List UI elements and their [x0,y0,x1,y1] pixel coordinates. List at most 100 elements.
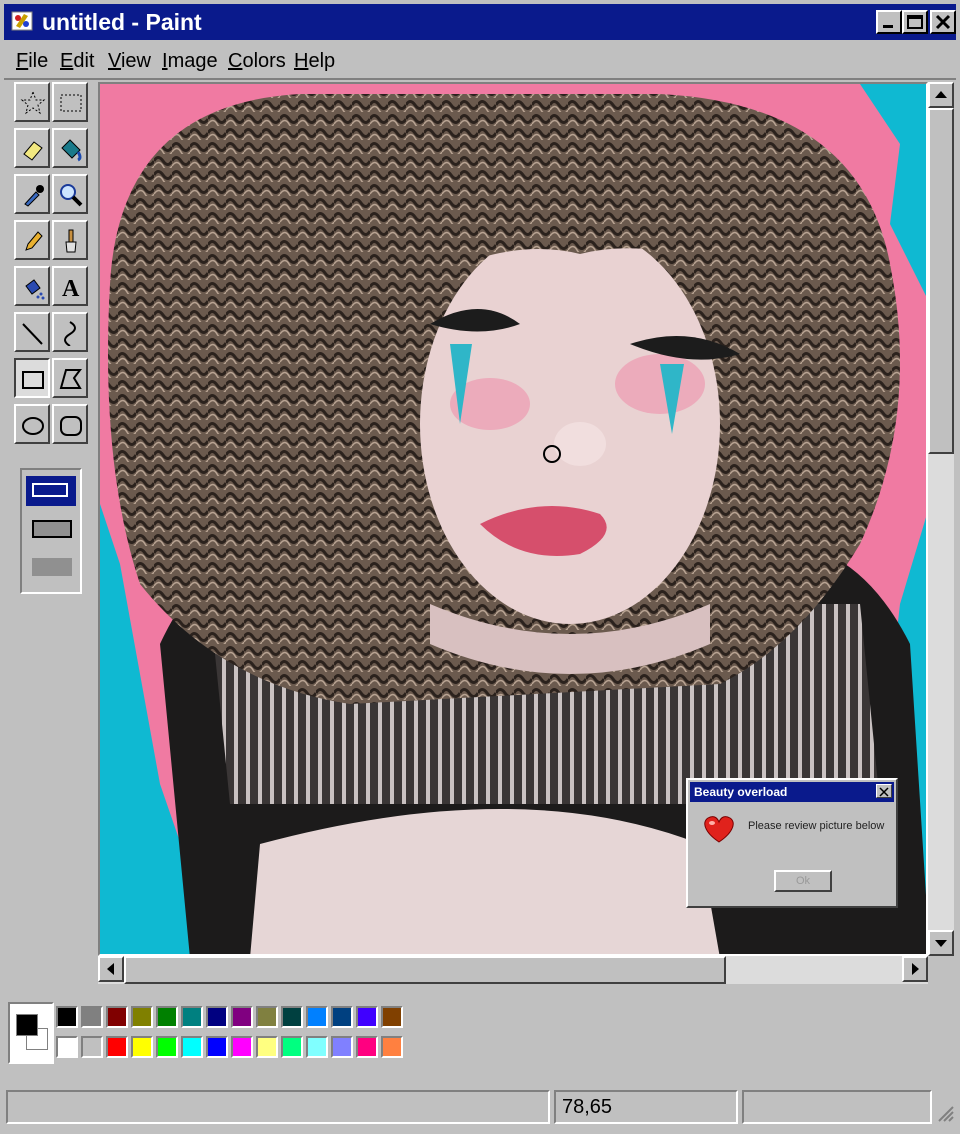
palette-swatch[interactable] [156,1006,178,1028]
title-bar[interactable]: untitled - Paint [4,4,956,40]
tool-eraser[interactable] [14,128,50,168]
paint-bucket-icon [61,139,82,162]
minimize-button[interactable] [876,10,902,34]
foreground-color[interactable] [16,1014,38,1036]
palette-swatch[interactable] [181,1006,203,1028]
horizontal-scroll-thumb[interactable] [124,956,726,984]
scroll-down-button[interactable] [928,930,954,956]
palette-swatch[interactable] [381,1036,403,1058]
palette-swatch[interactable] [331,1006,353,1028]
palette-swatch[interactable] [381,1006,403,1028]
dialog-message: Please review picture below [748,820,885,832]
color-palette [4,998,424,1070]
maximize-button[interactable] [902,10,928,34]
tool-ellipse[interactable] [14,404,50,444]
tool-polygon[interactable] [52,358,88,398]
rectangle-select-icon [60,94,82,112]
palette-swatch[interactable] [356,1006,378,1028]
current-colors[interactable] [8,1002,54,1064]
scroll-up-button[interactable] [928,82,954,108]
palette-swatch[interactable] [181,1036,203,1058]
option-fill-only[interactable] [32,558,72,576]
message-dialog: Beauty overload Please review picture be… [686,778,898,908]
tool-select[interactable] [52,82,88,122]
status-size [742,1090,932,1124]
brush-icon [65,229,77,253]
tool-options-panel [20,468,82,594]
vertical-scrollbar[interactable] [928,82,954,956]
palette-swatch[interactable] [81,1036,103,1058]
menu-help[interactable]: Help [294,50,335,73]
line-icon [22,323,43,345]
palette-swatch[interactable] [56,1036,78,1058]
palette-swatch[interactable] [106,1036,128,1058]
palette-swatch[interactable] [356,1036,378,1058]
arrow-right-icon [912,963,919,975]
palette-swatch[interactable] [106,1006,128,1028]
option-outline[interactable] [26,476,76,506]
palette-swatch[interactable] [131,1036,153,1058]
tool-rounded-rectangle[interactable] [52,404,88,444]
status-coordinates: 78,65 [554,1090,738,1124]
palette-swatch[interactable] [156,1036,178,1058]
menu-file[interactable]: File [16,50,48,73]
palette-swatch[interactable] [281,1036,303,1058]
dialog-close-button[interactable] [876,784,892,798]
menu-image[interactable]: Image [162,50,218,73]
tool-magnifier[interactable] [52,174,88,214]
close-icon [935,14,951,30]
menu-edit[interactable]: Edit [60,50,94,73]
palette-swatch[interactable] [206,1036,228,1058]
scroll-left-button[interactable] [98,956,124,982]
palette-swatch[interactable] [306,1006,328,1028]
dialog-title[interactable]: Beauty overload [690,782,894,802]
tool-line[interactable] [14,312,50,352]
status-bar: 78,65 [4,1086,956,1130]
palette-swatch[interactable] [256,1036,278,1058]
palette-swatch[interactable] [231,1036,253,1058]
tool-text[interactable]: A [52,266,88,306]
tool-airbrush[interactable] [14,266,50,306]
ellipse-icon [22,417,44,435]
ok-button[interactable]: Ok [774,870,832,892]
palette-swatch[interactable] [306,1036,328,1058]
palette-swatch[interactable] [56,1006,78,1028]
menu-bar: File Edit View Image Colors Help [4,44,956,78]
palette-swatch[interactable] [131,1006,153,1028]
arrow-up-icon [935,91,947,98]
star-select-icon [20,90,46,115]
eyedropper-icon [24,185,44,207]
palette-swatch[interactable] [206,1006,228,1028]
tool-pick-color[interactable] [14,174,50,214]
palette-swatch[interactable] [281,1006,303,1028]
tool-free-form-select[interactable] [14,82,50,122]
tool-pencil[interactable] [14,220,50,260]
polygon-icon [59,369,82,389]
vertical-scroll-thumb[interactable] [928,108,954,454]
palette-swatch[interactable] [256,1006,278,1028]
resize-grip-icon[interactable] [936,1104,954,1122]
menu-colors[interactable]: Colors [228,50,286,73]
tool-brush[interactable] [52,220,88,260]
scrollbar-corner [928,956,954,984]
horizontal-scrollbar[interactable] [98,956,928,984]
close-button[interactable] [930,10,956,34]
palette-swatch[interactable] [81,1006,103,1028]
status-message [6,1090,550,1124]
tool-fill[interactable] [52,128,88,168]
tool-curve[interactable] [52,312,88,352]
tool-rectangle[interactable] [14,358,50,398]
menu-view[interactable]: View [108,50,151,73]
airbrush-icon [25,279,45,300]
paint-app-icon [10,10,36,34]
magnifier-icon [60,184,83,207]
rounded-rectangle-icon [60,416,82,436]
palette-swatch[interactable] [331,1036,353,1058]
option-outline-fill[interactable] [32,520,72,538]
palette-swatch[interactable] [231,1006,253,1028]
pencil-icon [25,231,43,251]
scroll-right-button[interactable] [902,956,928,982]
rectangle-icon [22,371,44,389]
toolbox: A [10,82,92,460]
heart-icon [704,816,734,843]
